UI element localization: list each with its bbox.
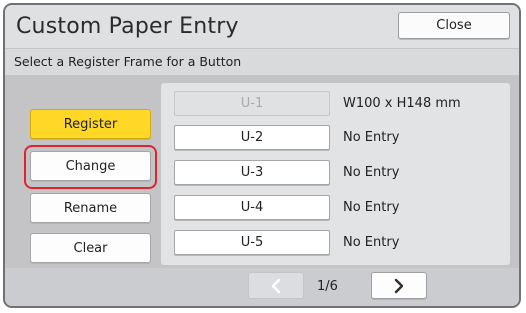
change-button-highlight xyxy=(24,145,157,189)
page-title: Custom Paper Entry xyxy=(16,14,239,39)
rename-button[interactable]: Rename xyxy=(30,193,151,223)
page-indicator: 1/6 xyxy=(317,279,338,294)
title-bar: Custom Paper Entry Close xyxy=(5,5,519,48)
slot-description: No Entry xyxy=(343,200,400,215)
close-button[interactable]: Close xyxy=(398,12,510,39)
instruction-text: Select a Register Frame for a Button xyxy=(14,54,242,69)
slot-description: No Entry xyxy=(343,130,400,145)
slot-button-u4[interactable]: U-4 xyxy=(174,195,330,220)
slot-description: W100 x H148 mm xyxy=(343,96,461,111)
slot-description: No Entry xyxy=(343,235,400,250)
slot-description: No Entry xyxy=(343,165,400,180)
chevron-left-icon xyxy=(271,278,281,293)
prev-page-button[interactable] xyxy=(248,272,304,299)
register-button[interactable]: Register xyxy=(30,109,151,139)
chevron-right-icon xyxy=(394,278,404,293)
instruction-bar: Select a Register Frame for a Button xyxy=(5,48,519,75)
slot-button-u5[interactable]: U-5 xyxy=(174,230,330,255)
slot-button-u1[interactable]: U-1 xyxy=(174,91,330,116)
next-page-button[interactable] xyxy=(371,272,427,299)
custom-paper-entry-dialog: Custom Paper Entry Close Select a Regist… xyxy=(3,3,521,308)
slot-button-u2[interactable]: U-2 xyxy=(174,125,330,150)
slot-button-u3[interactable]: U-3 xyxy=(174,160,330,185)
clear-button[interactable]: Clear xyxy=(30,233,151,263)
